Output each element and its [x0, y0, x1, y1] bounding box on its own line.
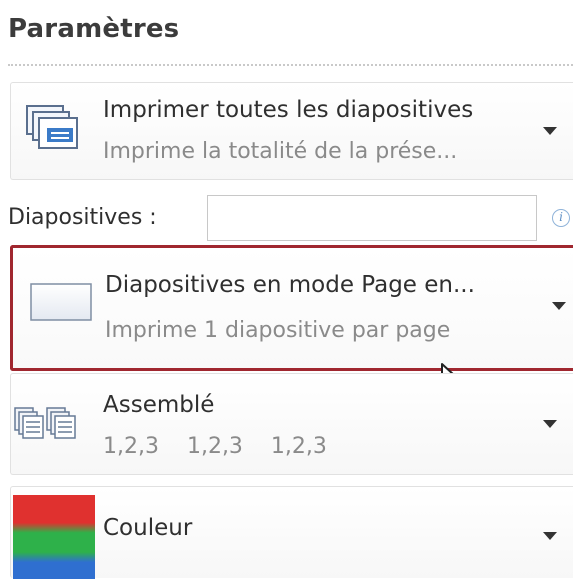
- chevron-down-icon[interactable]: [543, 127, 557, 135]
- full-page-slide-icon: [30, 283, 92, 321]
- print-range-dropdown[interactable]: Imprimer toutes les diapositives Imprime…: [10, 82, 573, 180]
- color-dropdown[interactable]: Couleur: [10, 486, 573, 579]
- collation-description: 1,2,3 1,2,3 1,2,3: [103, 434, 327, 459]
- color-swatch-icon: [13, 495, 95, 579]
- chevron-down-icon[interactable]: [552, 302, 566, 310]
- print-range-description: Imprime la totalité de la prése...: [103, 139, 458, 164]
- collated-pages-icon: [14, 407, 76, 439]
- layout-label: Diapositives en mode Page en...: [105, 272, 475, 298]
- slides-stack-icon: [26, 105, 78, 149]
- slides-label: Diapositives :: [8, 205, 157, 230]
- collation-label: Assemblé: [103, 392, 215, 418]
- section-separator: [8, 64, 573, 66]
- layout-description: Imprime 1 diapositive par page: [105, 318, 451, 343]
- settings-title: Paramètres: [8, 14, 180, 44]
- chevron-down-icon[interactable]: [543, 532, 557, 540]
- print-range-label: Imprimer toutes les diapositives: [103, 97, 474, 123]
- layout-dropdown[interactable]: Diapositives en mode Page en... Imprime …: [10, 245, 573, 371]
- chevron-down-icon[interactable]: [543, 420, 557, 428]
- info-icon[interactable]: i: [552, 209, 570, 227]
- collation-dropdown[interactable]: Assemblé 1,2,3 1,2,3 1,2,3: [10, 373, 573, 475]
- slides-input[interactable]: [207, 195, 537, 241]
- color-label: Couleur: [103, 515, 193, 541]
